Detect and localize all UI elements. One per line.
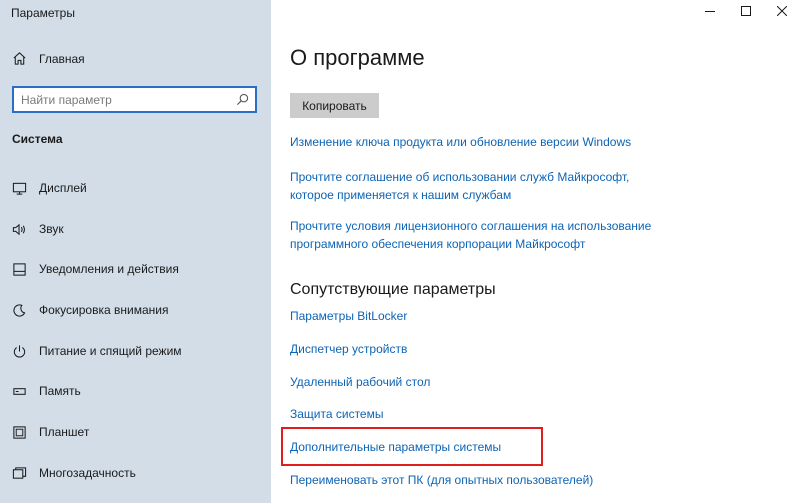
sidebar-item-label: Фокусировка внимания [39, 303, 169, 317]
link-line: программного обеспечения корпорации Майк… [290, 237, 586, 251]
multitasking-icon [12, 466, 27, 479]
sidebar-item-focus-assist[interactable]: Фокусировка внимания [12, 300, 168, 320]
link-line: Изменение ключа продукта или обновление … [290, 135, 632, 149]
notifications-icon [13, 262, 26, 276]
search-icon[interactable] [236, 93, 249, 106]
license-terms-link[interactable]: Прочтите условия лицензионного соглашени… [290, 217, 651, 253]
power-icon [13, 344, 26, 358]
bitlocker-settings-link[interactable]: Параметры BitLocker [290, 307, 407, 325]
minimize-button[interactable] [692, 0, 728, 22]
link-line: Прочтите условия лицензионного соглашени… [290, 219, 652, 233]
copy-button[interactable]: Копировать [290, 93, 379, 118]
sidebar-item-multitasking[interactable]: Многозадачность [12, 463, 136, 483]
sidebar-item-label: Дисплей [39, 181, 87, 195]
sidebar-item-label: Память [39, 384, 81, 398]
change-product-key-link[interactable]: Изменение ключа продукта или обновление … [290, 133, 631, 151]
window-controls [692, 0, 800, 22]
tablet-icon [13, 425, 26, 439]
minimize-icon [705, 11, 715, 12]
sidebar-item-label: Звук [39, 222, 64, 236]
home-icon [13, 52, 26, 65]
close-icon [777, 6, 787, 16]
sidebar: Параметры Главная Система Дисплей [0, 0, 271, 503]
sidebar-item-storage[interactable]: Память [12, 381, 81, 401]
related-settings-heading: Сопутствующие параметры [290, 281, 496, 298]
highlight-frame [281, 427, 543, 466]
sound-icon [12, 223, 25, 235]
search-input[interactable] [14, 88, 224, 111]
link-line: которое применяется к нашим службам [290, 188, 512, 202]
sidebar-item-label: Главная [39, 51, 85, 66]
sidebar-item-power[interactable]: Питание и спящий режим [12, 341, 182, 361]
device-manager-link[interactable]: Диспетчер устройств [290, 340, 407, 358]
sidebar-item-display[interactable]: Дисплей [12, 178, 87, 198]
sidebar-item-tablet[interactable]: Планшет [12, 422, 89, 442]
sidebar-item-label: Многозадачность [39, 466, 136, 480]
maximize-icon [741, 6, 751, 16]
display-icon [12, 182, 27, 195]
rename-pc-link[interactable]: Переименовать этот ПК (для опытных польз… [290, 471, 593, 489]
window-title: Параметры [11, 6, 75, 20]
focus-assist-icon [13, 303, 26, 317]
sidebar-item-label: Уведомления и действия [39, 262, 179, 276]
sidebar-item-label: Питание и спящий режим [39, 344, 182, 358]
sidebar-section-title: Система [12, 132, 63, 146]
sidebar-item-label: Планшет [39, 425, 90, 439]
services-agreement-link[interactable]: Прочтите соглашение об использовании слу… [290, 168, 629, 204]
search-box[interactable] [12, 86, 257, 113]
sidebar-item-sound[interactable]: Звук [12, 219, 64, 239]
link-line: Прочтите соглашение об использовании слу… [290, 170, 630, 184]
close-button[interactable] [764, 0, 800, 22]
page-title: О программе [290, 45, 425, 70]
system-protection-link[interactable]: Защита системы [290, 405, 383, 423]
maximize-button[interactable] [728, 0, 764, 22]
storage-icon [13, 387, 26, 395]
sidebar-item-notifications[interactable]: Уведомления и действия [12, 259, 179, 279]
remote-desktop-link[interactable]: Удаленный рабочий стол [290, 373, 430, 391]
sidebar-item-home[interactable]: Главная [12, 51, 85, 66]
